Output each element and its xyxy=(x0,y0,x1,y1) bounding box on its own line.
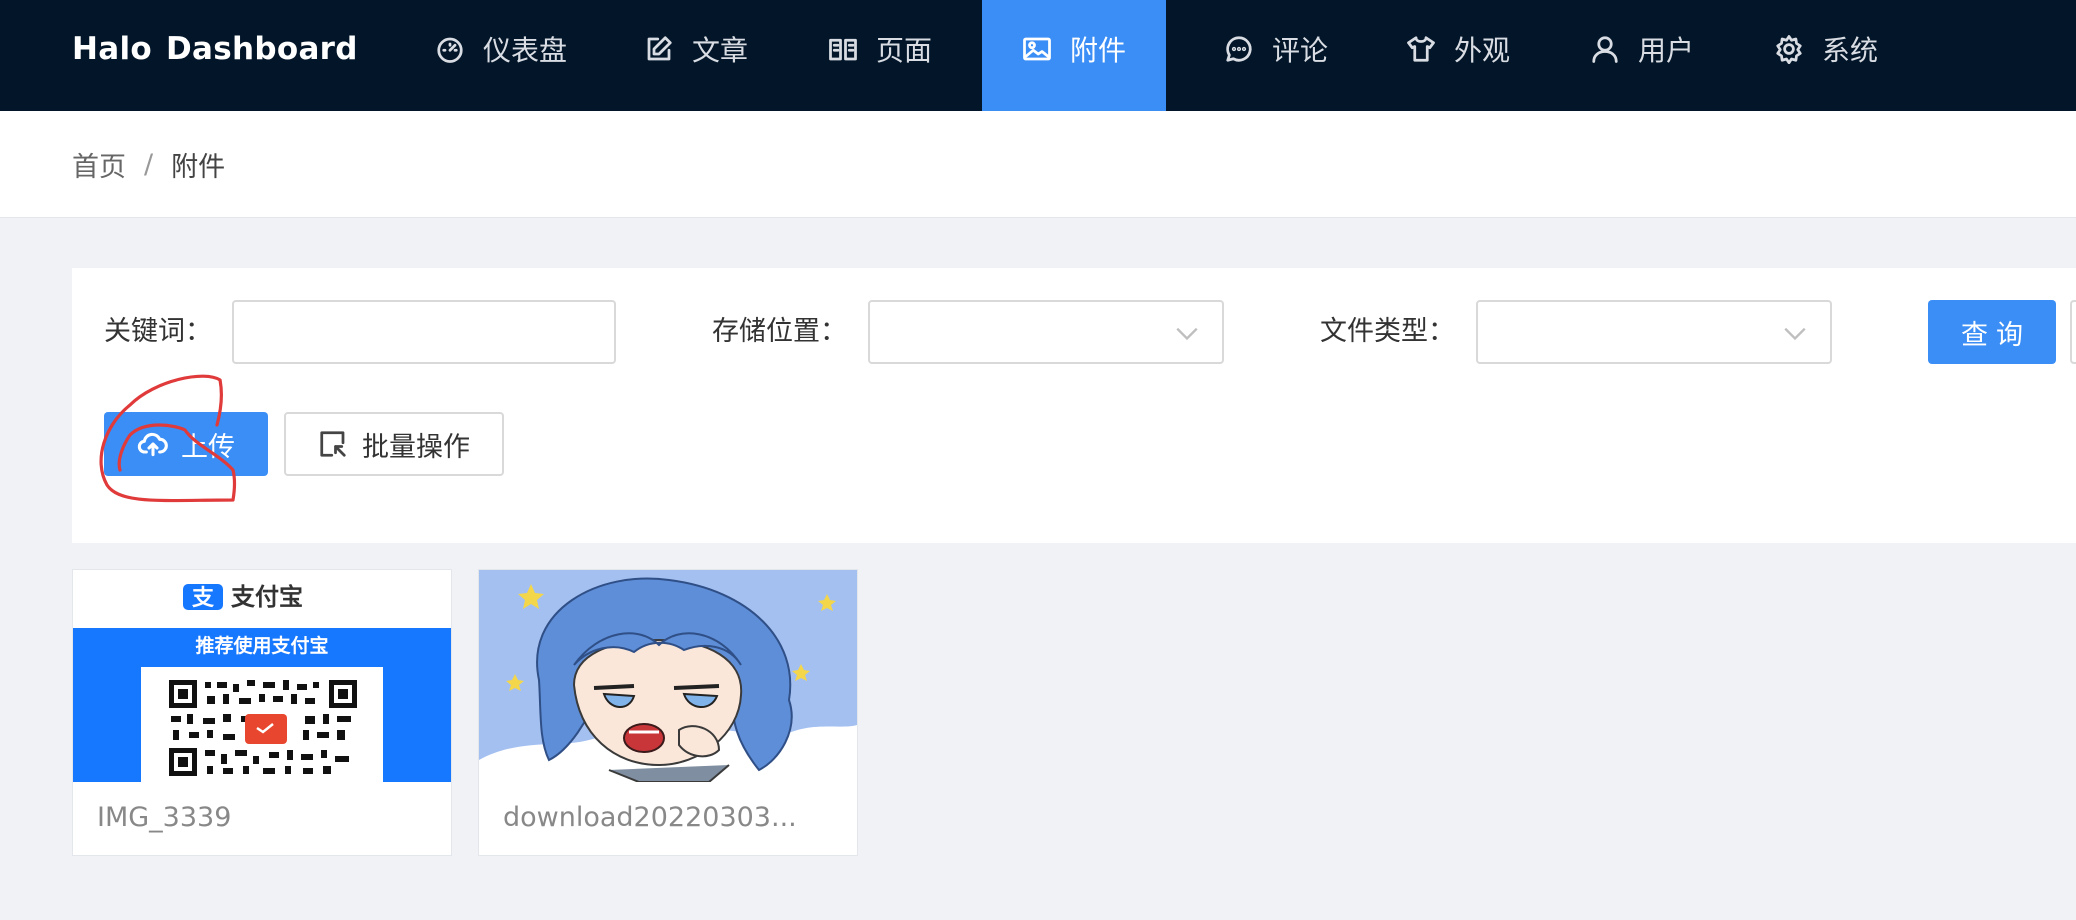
nav-item-comments[interactable]: 评论 xyxy=(1206,0,1346,111)
attachment-name: download20220303... xyxy=(503,802,797,833)
edit-icon xyxy=(644,34,674,64)
select-icon xyxy=(320,431,346,457)
nav-label: 仪表盘 xyxy=(482,33,567,67)
nav-label: 外观 xyxy=(1453,33,1510,67)
app-brand[interactable]: Halo Dashboard xyxy=(72,0,358,111)
top-navbar: Halo Dashboard 仪表盘 文章 页面 附件 评论 外观 用户 系统 xyxy=(0,0,2076,111)
chevron-down-icon xyxy=(1782,320,1808,346)
breadcrumb-separator: / xyxy=(144,149,154,180)
book-icon xyxy=(828,34,858,64)
anime-girl-image xyxy=(479,570,857,782)
nav-item-pages[interactable]: 页面 xyxy=(810,0,950,111)
nav-label: 页面 xyxy=(875,33,932,67)
storage-label: 存储位置： xyxy=(712,316,847,347)
alipay-qr-image: 支 支付宝 推荐使用支付宝 xyxy=(73,570,451,782)
nav-item-users[interactable]: 用户 xyxy=(1572,0,1712,111)
nav-item-posts[interactable]: 文章 xyxy=(626,0,766,111)
file-type-select[interactable] xyxy=(1476,300,1832,364)
file-type-label: 文件类型： xyxy=(1320,316,1455,347)
brand-name: Halo xyxy=(72,31,152,67)
alipay-header-text: 支付宝 xyxy=(231,583,303,611)
attachment-name: IMG_3339 xyxy=(97,802,232,833)
query-button[interactable]: 查询 xyxy=(1928,300,2056,364)
brand-suffix: Dashboard xyxy=(166,31,358,67)
skin-icon xyxy=(1406,34,1436,64)
breadcrumb-bar: 首页 / 附件 xyxy=(0,111,2076,218)
reset-button[interactable] xyxy=(2070,300,2076,364)
batch-operation-button[interactable]: 批量操作 xyxy=(284,412,504,476)
nav-item-dashboard[interactable]: 仪表盘 xyxy=(416,0,586,111)
attachment-card[interactable]: 支 支付宝 推荐使用支付宝 IMG_3339 xyxy=(72,569,452,856)
upload-button[interactable]: 上传 xyxy=(104,412,268,476)
nav-label: 附件 xyxy=(1069,33,1126,67)
cloud-upload-icon xyxy=(137,432,168,457)
breadcrumb: 首页 / 附件 xyxy=(72,111,225,218)
nav-item-appearance[interactable]: 外观 xyxy=(1388,0,1528,111)
keyword-input[interactable] xyxy=(232,300,616,364)
user-icon xyxy=(1590,34,1620,64)
comment-icon xyxy=(1224,34,1254,64)
breadcrumb-current: 附件 xyxy=(171,152,226,183)
svg-text:支: 支 xyxy=(192,586,215,611)
attachment-thumbnail[interactable]: 支 支付宝 推荐使用支付宝 xyxy=(73,570,451,782)
dashboard-icon xyxy=(435,34,465,64)
breadcrumb-home[interactable]: 首页 xyxy=(72,145,126,184)
nav-label: 文章 xyxy=(691,33,748,67)
chevron-down-icon xyxy=(1174,320,1200,346)
storage-select[interactable] xyxy=(868,300,1224,364)
keyword-label: 关键词： xyxy=(104,316,212,347)
setting-icon xyxy=(1774,34,1804,64)
attachment-card[interactable]: download20220303... xyxy=(478,569,858,856)
attachment-thumbnail[interactable] xyxy=(479,570,857,782)
nav-label: 系统 xyxy=(1821,33,1878,67)
nav-item-system[interactable]: 系统 xyxy=(1756,0,1896,111)
nav-label: 用户 xyxy=(1637,33,1694,67)
picture-icon xyxy=(1022,34,1052,64)
alipay-banner-text: 推荐使用支付宝 xyxy=(195,634,328,657)
batch-label: 批量操作 xyxy=(362,431,470,462)
nav-label: 评论 xyxy=(1271,33,1328,67)
upload-label: 上传 xyxy=(181,431,235,462)
nav-item-attachments[interactable]: 附件 xyxy=(982,0,1166,111)
